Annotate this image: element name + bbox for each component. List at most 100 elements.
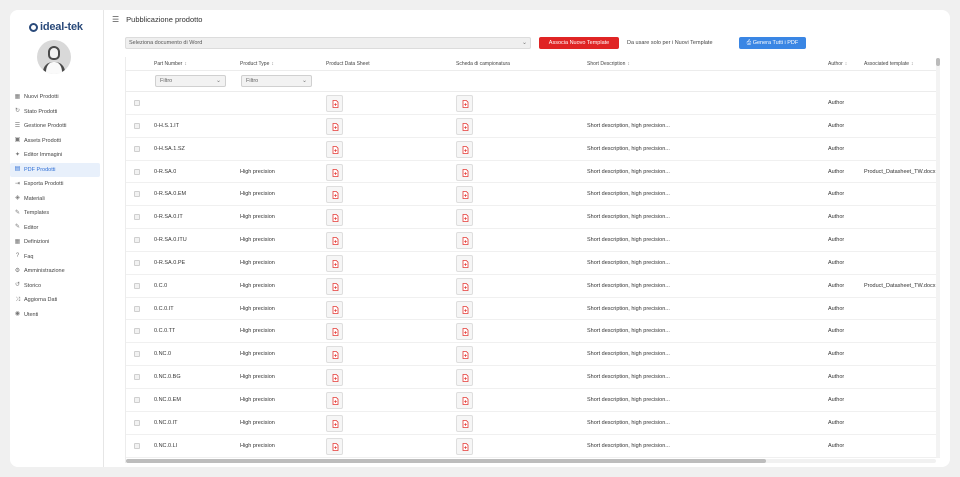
datasheet-pdf-button[interactable] xyxy=(326,209,343,227)
datasheet-pdf-button[interactable] xyxy=(326,437,343,455)
table-row[interactable]: 0.NC.0 High precision Short description, h… xyxy=(126,343,940,367)
row-checkbox[interactable] xyxy=(134,442,140,449)
row-checkbox[interactable] xyxy=(134,191,140,198)
sidebar-item-amministrazione[interactable]: ⚙ Amministrazione xyxy=(10,264,104,279)
table-row[interactable]: 0.C.0.TT High precision Short description,… xyxy=(126,320,940,344)
vertical-scrollbar[interactable] xyxy=(936,58,940,458)
table-row[interactable]: 0-R.SA.0 High precision Short description,… xyxy=(126,161,940,184)
datasheet-pdf-button[interactable] xyxy=(326,254,343,272)
datasheet-pdf-button[interactable] xyxy=(326,323,343,341)
sampling-pdf-button[interactable] xyxy=(456,232,473,250)
generate-all-pdf-button[interactable]: ⎙ Genera Tutti i PDF xyxy=(739,37,806,49)
sampling-pdf-button[interactable] xyxy=(456,369,473,387)
sampling-pdf-button[interactable] xyxy=(456,209,473,227)
column-author[interactable]: Author ↕ xyxy=(828,57,847,71)
datasheet-pdf-button[interactable] xyxy=(326,163,343,181)
sidebar-item-nuovi-prodotti[interactable]: ▦ Nuovi Prodotti xyxy=(10,90,104,105)
table-row[interactable]: 0-H.S.1.IT Short description, high precis… xyxy=(126,115,940,138)
row-checkbox[interactable] xyxy=(134,328,140,335)
datasheet-pdf-button[interactable] xyxy=(326,300,343,318)
sampling-pdf-button[interactable] xyxy=(456,346,473,364)
sampling-pdf-button[interactable] xyxy=(456,117,473,135)
filter-placeholder: Filtro xyxy=(246,78,259,84)
row-checkbox[interactable] xyxy=(134,351,140,358)
sidebar-item-utenti[interactable]: ◉ Utenti xyxy=(10,308,104,323)
table-row[interactable]: 0.NC.0.IT High precision Short description… xyxy=(126,412,940,435)
author-cell: Author xyxy=(828,442,845,449)
row-checkbox[interactable] xyxy=(134,259,140,266)
sampling-pdf-button[interactable] xyxy=(456,254,473,272)
sidebar-item-aggiorna-dati[interactable]: ⤨ Aggiorna Dati xyxy=(10,293,104,308)
column-short-description[interactable]: Short Description ↕ xyxy=(587,57,630,71)
datasheet-pdf-button[interactable] xyxy=(326,414,343,432)
horizontal-scrollbar[interactable] xyxy=(126,459,936,463)
avatar[interactable] xyxy=(37,40,71,74)
datasheet-pdf-button[interactable] xyxy=(326,346,343,364)
datasheet-pdf-button[interactable] xyxy=(326,369,343,387)
datasheet-pdf-button[interactable] xyxy=(326,140,343,158)
column-associated-template[interactable]: Associated template ↕ xyxy=(864,57,914,71)
table-row[interactable]: 0-R.SA.0.ITU High precision Short descript… xyxy=(126,229,940,252)
column-part-number[interactable]: Part Number ↕ xyxy=(154,57,187,71)
row-checkbox[interactable] xyxy=(134,100,140,106)
table-row[interactable]: 0.NC.0.EM High precision Short description… xyxy=(126,389,940,412)
table-row[interactable]: Author xyxy=(126,92,940,115)
row-checkbox[interactable] xyxy=(134,145,140,152)
sampling-pdf-button[interactable] xyxy=(456,414,473,432)
sidebar-item-assets-prodotti[interactable]: ▣ Assets Prodotti xyxy=(10,134,104,149)
sidebar-item-materiali[interactable]: ◈ Materiali xyxy=(10,192,104,207)
sidebar-item-editor[interactable]: ✎ Editor xyxy=(10,221,104,236)
sampling-pdf-button[interactable] xyxy=(456,300,473,318)
datasheet-pdf-button[interactable] xyxy=(326,277,343,295)
row-checkbox[interactable] xyxy=(134,419,140,426)
table-row[interactable]: 0.NC.0.LI High precision Short description… xyxy=(126,435,940,458)
sidebar-item-storico[interactable]: ↺ Storico xyxy=(10,279,104,294)
sampling-pdf-button[interactable] xyxy=(456,186,473,204)
row-checkbox[interactable] xyxy=(134,396,140,403)
row-checkbox[interactable] xyxy=(134,214,140,221)
sampling-pdf-button[interactable] xyxy=(456,277,473,295)
table-row[interactable]: 0-H.SA.1.SZ Short description, high preci… xyxy=(126,138,940,161)
associate-template-button[interactable]: Associa Nuovo Template xyxy=(539,37,619,49)
datasheet-pdf-button[interactable] xyxy=(326,186,343,204)
row-checkbox[interactable] xyxy=(134,374,140,381)
sidebar-item-stato-prodotti[interactable]: ↻ Stato Prodotti xyxy=(10,105,104,120)
datasheet-pdf-button[interactable] xyxy=(326,232,343,250)
sidebar-item-editor-immagini[interactable]: ✦ Editor Immagini xyxy=(10,148,104,163)
table-row[interactable]: 0.C.0 High precision Short description, hi… xyxy=(126,275,940,298)
datasheet-pdf-button[interactable] xyxy=(326,95,343,112)
column-product-type[interactable]: Product Type ↕ xyxy=(240,57,274,71)
sampling-pdf-button[interactable] xyxy=(456,163,473,181)
product-type-filter[interactable]: Filtro ⌄ xyxy=(241,75,312,87)
sidebar-item-definizioni[interactable]: ▦ Definizioni xyxy=(10,235,104,250)
row-checkbox[interactable] xyxy=(134,122,140,129)
sidebar-item-gestione-prodotti[interactable]: ☰ Gestione Prodotti xyxy=(10,119,104,134)
datasheet-pdf-button[interactable] xyxy=(326,391,343,409)
menu-icon[interactable]: ☰ xyxy=(112,15,119,24)
sidebar-item-esporta-prodotti[interactable]: ⇥ Esporta Prodotti xyxy=(10,177,104,192)
sidebar-item-pdf-prodotti[interactable]: ▤ PDF Prodotti xyxy=(10,162,100,177)
sampling-pdf-button[interactable] xyxy=(456,140,473,158)
product-type-cell: High precision xyxy=(240,237,275,244)
table-row[interactable]: 0-R.SA.0.IT High precision Short descripti… xyxy=(126,206,940,230)
sampling-pdf-button[interactable] xyxy=(456,437,473,455)
associated-template-cell: Product_Datasheet_TW.docx xyxy=(864,168,936,175)
part-number-filter[interactable]: Filtro ⌄ xyxy=(155,75,226,87)
row-checkbox[interactable] xyxy=(134,168,140,175)
sidebar-item-templates[interactable]: ✎ Templates xyxy=(10,206,104,221)
datasheet-pdf-button[interactable] xyxy=(326,117,343,135)
sampling-pdf-button[interactable] xyxy=(456,95,473,112)
table-row[interactable]: 0-R.SA.0.PE High precision Short descripti… xyxy=(126,252,940,275)
list-icon: ☰ xyxy=(14,122,21,129)
table-row[interactable]: 0-R.SA.0.EM High precision Short descripti… xyxy=(126,183,940,207)
row-checkbox[interactable] xyxy=(134,237,140,244)
row-checkbox[interactable] xyxy=(134,282,140,289)
sidebar-item-faq[interactable]: ? Faq xyxy=(10,250,104,265)
short-description-cell: Short description, high precision... xyxy=(587,305,670,312)
sampling-pdf-button[interactable] xyxy=(456,391,473,409)
table-row[interactable]: 0.NC.0.BG High precision Short description… xyxy=(126,366,940,389)
sampling-pdf-button[interactable] xyxy=(456,323,473,341)
row-checkbox[interactable] xyxy=(134,305,140,312)
table-row[interactable]: 0.C.0.IT High precision Short description,… xyxy=(126,298,940,321)
word-document-select[interactable]: Seleziona documento di Word ⌄ xyxy=(125,37,531,49)
